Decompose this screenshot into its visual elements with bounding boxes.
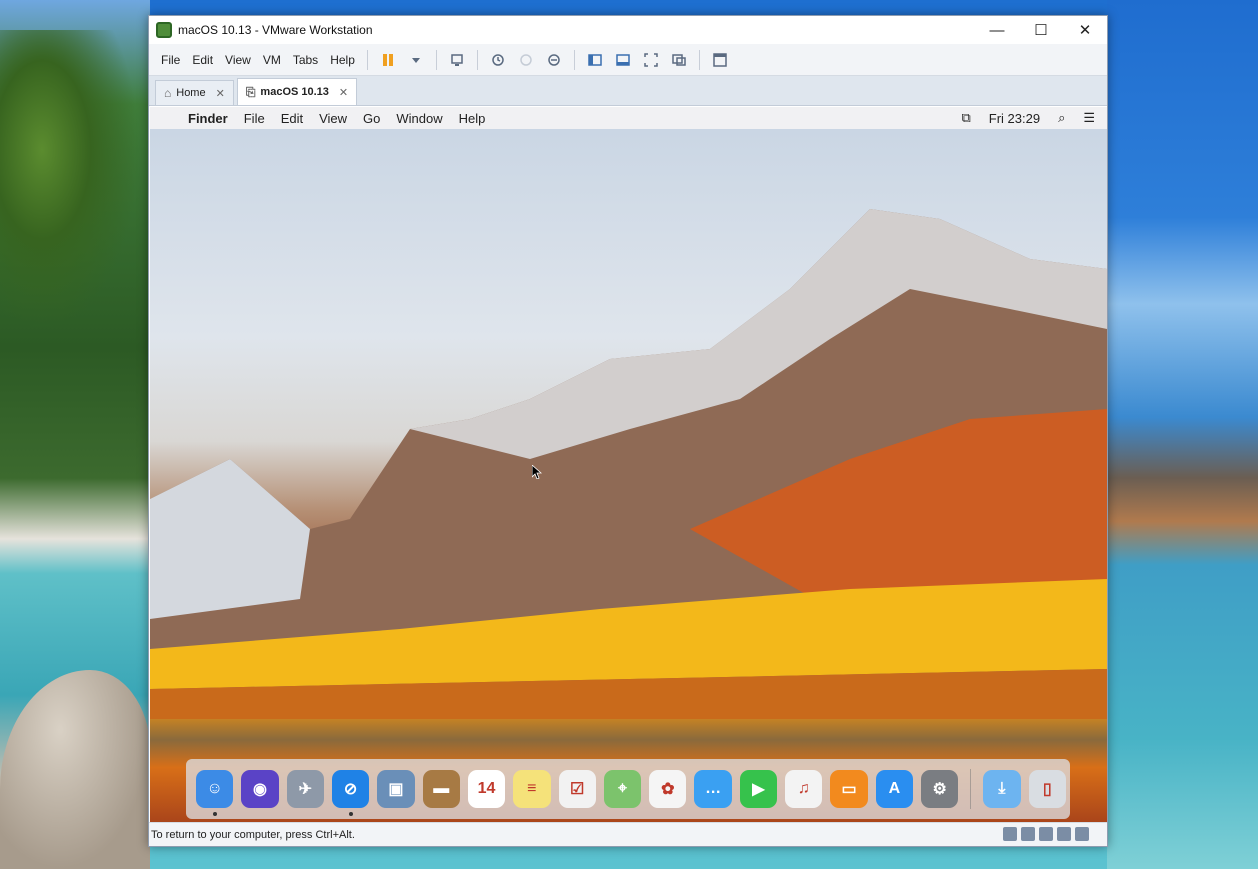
titlebar[interactable]: macOS 10.13 - VMware Workstation — ☐ ✕ xyxy=(149,16,1107,44)
status-message: To return to your computer, press Ctrl+A… xyxy=(151,828,355,841)
running-indicator xyxy=(213,812,217,816)
full-screen-icon[interactable] xyxy=(640,49,662,71)
notification-center-icon[interactable]: ☰ xyxy=(1083,110,1095,126)
itunes-icon[interactable]: ♫ xyxy=(785,770,823,808)
maximize-button[interactable]: ☐ xyxy=(1019,16,1063,44)
menu-edit[interactable]: Edit xyxy=(186,53,219,67)
siri-icon[interactable]: ◉ xyxy=(241,770,279,808)
trash-icon[interactable]: ▯ xyxy=(1028,770,1066,808)
facetime-icon[interactable]: ▶ xyxy=(739,770,778,808)
vm-icon: ⎘ xyxy=(245,84,256,99)
menu-file[interactable]: File xyxy=(236,111,273,126)
window-title: macOS 10.13 - VMware Workstation xyxy=(178,23,373,37)
menu-toolbar: File Edit View VM Tabs Help xyxy=(149,44,1107,76)
menu-file[interactable]: File xyxy=(155,53,186,67)
toolbar-separator xyxy=(698,49,700,70)
toolbar-separator xyxy=(366,49,368,70)
snapshot-icon[interactable] xyxy=(487,49,509,71)
show-library-icon[interactable] xyxy=(584,49,606,71)
toolbar-separator xyxy=(573,49,575,70)
menu-tabs[interactable]: Tabs xyxy=(287,53,324,67)
minimize-button[interactable]: — xyxy=(975,16,1019,44)
safari-icon[interactable]: ⊘ xyxy=(331,770,370,816)
send-ctrl-alt-del-icon[interactable] xyxy=(446,49,468,71)
tab-macos[interactable]: ⎘ macOS 10.13 ✕ xyxy=(236,78,358,105)
preview-icon[interactable]: ▣ xyxy=(377,770,415,808)
network-icon[interactable] xyxy=(1021,827,1035,841)
spotlight-search-icon[interactable]: ⌕ xyxy=(1058,110,1065,126)
tab-close-icon[interactable]: ✕ xyxy=(216,87,225,100)
menubar-clock[interactable]: Fri 23:29 xyxy=(989,111,1040,126)
macos-menubar: Finder File Edit View Go Window Help ⧉ F… xyxy=(150,107,1107,129)
toolbar-separator xyxy=(476,49,478,70)
dock: ☺ ◉ ✈ ⊘ ▣ ▬ 14 ≡ ☑ ⌖ ✿… ▶ ♫ ▭ A ⚙ ⤓ ▯ xyxy=(186,759,1070,819)
menu-vm[interactable]: VM xyxy=(257,53,287,67)
app-store-icon[interactable]: A xyxy=(875,770,913,808)
desktop-wallpaper xyxy=(150,129,1107,823)
toolbar-separator xyxy=(435,49,437,70)
unity-icon[interactable] xyxy=(668,49,690,71)
reminders-icon[interactable]: ☑ xyxy=(558,770,596,808)
sound-icon[interactable] xyxy=(1057,827,1071,841)
mouse-cursor xyxy=(532,465,542,479)
status-bar: To return to your computer, press Ctrl+A… xyxy=(149,822,1107,846)
launchpad-icon[interactable]: ✈ xyxy=(286,770,324,808)
host-desktop-right xyxy=(1107,0,1258,869)
tab-bar: ⌂ Home ✕ ⎘ macOS 10.13 ✕ xyxy=(149,76,1107,106)
hard-disk-icon[interactable] xyxy=(1003,827,1017,841)
menu-help[interactable]: Help xyxy=(324,53,361,67)
vmware-window: macOS 10.13 - VMware Workstation — ☐ ✕ F… xyxy=(148,15,1108,847)
message-log-icon[interactable] xyxy=(1075,827,1089,841)
menu-view[interactable]: View xyxy=(219,53,257,67)
maps-icon[interactable]: ⌖ xyxy=(603,770,642,808)
snapshot-manager-icon[interactable] xyxy=(543,49,565,71)
menu-window[interactable]: Window xyxy=(388,111,450,126)
mountain-image xyxy=(150,209,1107,719)
menu-edit[interactable]: Edit xyxy=(273,111,311,126)
tab-close-icon[interactable]: ✕ xyxy=(339,86,348,99)
vm-console[interactable]: Finder File Edit View Go Window Help ⧉ F… xyxy=(150,107,1107,823)
menu-go[interactable]: Go xyxy=(355,111,388,126)
device-status-icons xyxy=(999,827,1089,841)
downloads-icon[interactable]: ⤓ xyxy=(983,770,1021,808)
usb-icon[interactable] xyxy=(1039,827,1053,841)
pause-icon[interactable] xyxy=(377,49,399,71)
palm-tree xyxy=(0,30,140,330)
revert-snapshot-icon[interactable] xyxy=(515,49,537,71)
photos-icon[interactable]: ✿ xyxy=(649,770,687,808)
dock-separator xyxy=(970,769,972,809)
running-indicator xyxy=(348,812,353,816)
notefile-icon[interactable]: ▬ xyxy=(422,770,460,808)
dropdown-icon[interactable] xyxy=(405,49,427,71)
tab-label: Home xyxy=(176,87,206,99)
vmware-app-icon xyxy=(156,22,172,38)
home-icon: ⌂ xyxy=(164,86,172,100)
close-button[interactable]: ✕ xyxy=(1063,16,1107,44)
messages-icon[interactable]: … xyxy=(694,770,732,808)
display-mirroring-icon[interactable]: ⧉ xyxy=(961,110,970,126)
menu-view[interactable]: View xyxy=(311,111,355,126)
finder-icon[interactable]: ☺ xyxy=(196,770,234,816)
tab-label: macOS 10.13 xyxy=(260,86,329,98)
thumbnail-bar-icon[interactable] xyxy=(612,49,634,71)
tab-home[interactable]: ⌂ Home ✕ xyxy=(155,80,234,105)
console-view-icon[interactable] xyxy=(709,49,731,71)
notes-icon[interactable]: ≡ xyxy=(513,770,551,808)
calendar-icon[interactable]: 14 xyxy=(467,770,506,808)
ibooks-icon[interactable]: ▭ xyxy=(830,770,868,808)
system-preferences-icon[interactable]: ⚙ xyxy=(921,770,959,808)
menu-finder[interactable]: Finder xyxy=(180,111,236,126)
menu-help[interactable]: Help xyxy=(451,111,494,126)
